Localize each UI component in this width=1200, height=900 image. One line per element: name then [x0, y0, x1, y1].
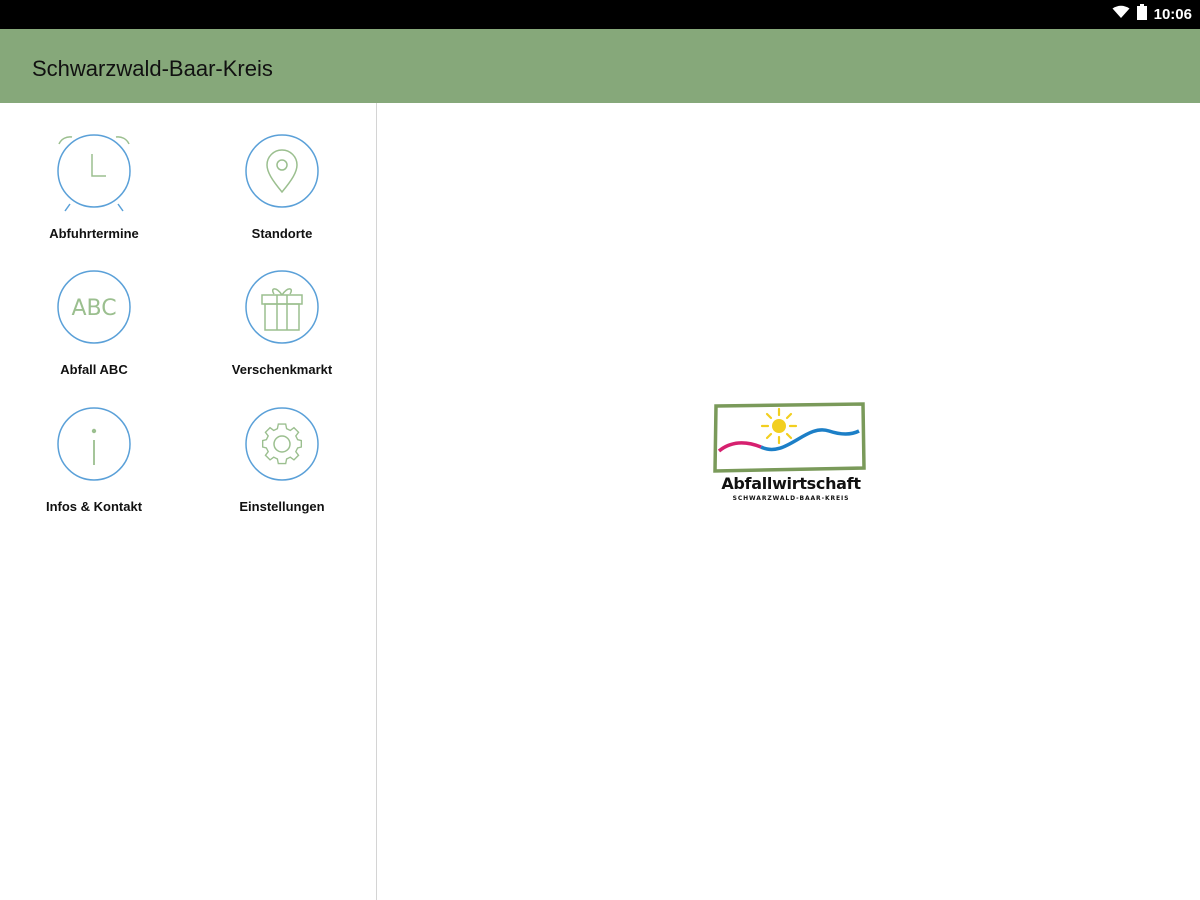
- info-icon: [52, 407, 136, 491]
- menu-item-abfuhrtermine[interactable]: Abfuhrtermine: [4, 134, 184, 264]
- menu-item-label: Infos & Kontakt: [45, 499, 143, 514]
- gear-icon: [240, 407, 324, 491]
- abc-icon: ABC: [52, 270, 136, 354]
- abfallwirtschaft-logo: Abfallwirtschaft SCHWARZWALD-BAAR-KREIS: [711, 401, 871, 511]
- battery-icon: [1136, 4, 1147, 25]
- logo-subtitle: SCHWARZWALD-BAAR-KREIS: [732, 495, 850, 502]
- svg-text:ABC: ABC: [71, 296, 116, 321]
- status-icons: 10:06: [1112, 0, 1192, 29]
- logo-title: Abfallwirtschaft: [721, 474, 861, 493]
- menu-item-abfall-abc[interactable]: ABC Abfall ABC: [4, 270, 184, 400]
- menu-item-verschenkmarkt[interactable]: Verschenkmarkt: [192, 270, 372, 400]
- menu-item-label: Einstellungen: [239, 499, 325, 514]
- sidebar-menu: Abfuhrtermine Standorte ABC Abfall ABC V…: [0, 103, 376, 900]
- wifi-icon: [1112, 5, 1130, 24]
- menu-item-einstellungen[interactable]: Einstellungen: [192, 407, 372, 537]
- location-pin-icon: [240, 134, 324, 218]
- main-content: Abfallwirtschaft SCHWARZWALD-BAAR-KREIS: [377, 103, 1200, 900]
- status-time: 10:06: [1153, 6, 1192, 23]
- menu-item-standorte[interactable]: Standorte: [192, 134, 372, 264]
- gift-icon: [240, 270, 324, 354]
- alarm-clock-icon: [52, 134, 136, 218]
- sun-wave-logo: [713, 402, 866, 473]
- app-bar: Schwarzwald-Baar-Kreis: [0, 29, 1200, 103]
- app-title: Schwarzwald-Baar-Kreis: [32, 56, 273, 81]
- menu-item-label: Abfall ABC: [60, 362, 128, 377]
- status-bar: 10:06: [0, 0, 1200, 29]
- menu-item-label: Abfuhrtermine: [49, 226, 139, 241]
- menu-item-label: Standorte: [251, 226, 313, 241]
- menu-item-infos-kontakt[interactable]: Infos & Kontakt: [4, 407, 184, 537]
- menu-item-label: Verschenkmarkt: [231, 362, 333, 377]
